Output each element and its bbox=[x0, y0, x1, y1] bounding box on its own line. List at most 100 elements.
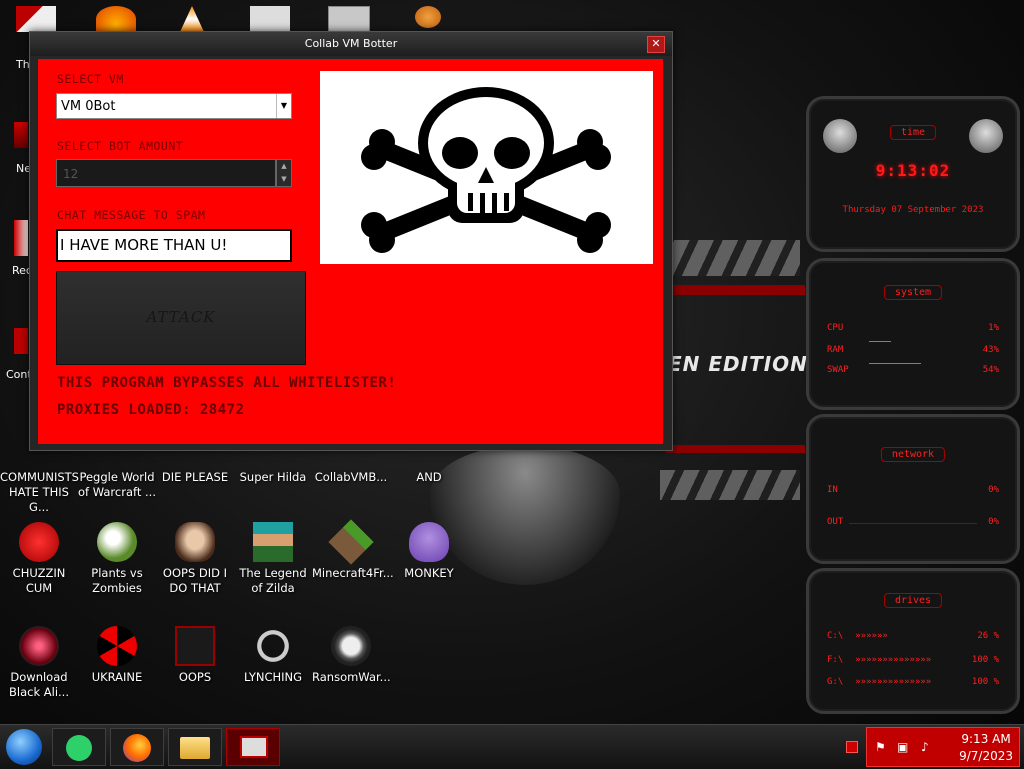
rope-icon bbox=[253, 626, 293, 666]
proxies-loaded-text: PROXIES LOADED: 28472 bbox=[57, 402, 245, 418]
drive-c-row: C:\»»»»»» 26 % bbox=[827, 631, 999, 641]
folder-icon bbox=[180, 737, 210, 759]
desktop-icon-zilda[interactable]: The Legend of Zilda bbox=[234, 522, 312, 596]
taskbar-date: 9/7/2023 bbox=[959, 749, 1013, 763]
media-app-icon[interactable] bbox=[250, 6, 290, 32]
orange-ball-icon[interactable] bbox=[415, 6, 441, 28]
drive-f-row: F:\»»»»»»»»»»»»»» 100 % bbox=[827, 655, 999, 665]
taskbar-time: 9:13 AM bbox=[961, 732, 1011, 746]
system-tray: ⚑ ▣ ♪ 9:13 AM 9/7/2023 bbox=[866, 727, 1020, 767]
left-icon-label-1[interactable]: Th bbox=[16, 58, 30, 71]
wallpaper-red-bar-lower bbox=[665, 445, 805, 453]
wallpaper-stripes-lower bbox=[660, 470, 800, 500]
taskbar: ⚑ ▣ ♪ 9:13 AM 9/7/2023 bbox=[0, 724, 1024, 769]
taskbar-explorer[interactable] bbox=[168, 728, 222, 766]
gadget-clock: 9:13:02 bbox=[875, 161, 951, 180]
zelda-sprite-icon bbox=[253, 522, 293, 562]
desktop-icon-pvz[interactable]: Plants vs Zombies bbox=[78, 522, 156, 596]
network-out-row: OUT 0% bbox=[827, 517, 999, 527]
alien-logo-icon bbox=[823, 119, 857, 153]
vm-select-value: VM 0Bot bbox=[61, 99, 116, 114]
network-graph-line bbox=[849, 523, 977, 524]
attack-button[interactable]: ATTACK bbox=[56, 271, 306, 365]
bot-amount-input[interactable]: 12 bbox=[56, 159, 276, 187]
ram-bar bbox=[869, 341, 891, 342]
wallpaper-red-bar bbox=[665, 285, 805, 295]
bot-amount-stepper[interactable]: ▲ ▼ bbox=[276, 159, 292, 187]
desktop-icon-oops-did-i[interactable]: OOPS DID I DO THAT bbox=[156, 522, 234, 596]
grass-block-icon bbox=[328, 519, 374, 565]
flag-icon[interactable]: ⚑ bbox=[875, 740, 886, 754]
taskbar-firefox[interactable] bbox=[110, 728, 164, 766]
left-icon-label-4[interactable]: Cont bbox=[6, 368, 32, 381]
vm-select-dropdown[interactable]: VM 0Bot ▼ bbox=[56, 93, 292, 119]
gadget-date: Thursday 07 September 2023 bbox=[842, 205, 984, 215]
taskbar-collabvm-botter[interactable] bbox=[226, 728, 280, 766]
portrait-icon bbox=[175, 522, 215, 562]
collab-vm-botter-window: Collab VM Botter ✕ SELECT VM VM 0Bot ▼ S… bbox=[29, 31, 673, 451]
bypass-message: THIS PROGRAM BYPASSES ALL WHITELISTER! bbox=[57, 375, 397, 391]
recycle-app-icon[interactable] bbox=[16, 6, 56, 32]
swap-row: SWAP 54% bbox=[827, 365, 999, 375]
desktop-icon-download-black[interactable]: Download Black Ali... bbox=[0, 626, 78, 700]
volume-icon[interactable]: ♪ bbox=[921, 740, 929, 754]
window-titlebar[interactable]: Collab VM Botter ✕ bbox=[30, 32, 672, 56]
desktop-icon-chuzzin[interactable]: CHUZZIN CUM bbox=[0, 522, 78, 596]
chuzzle-icon bbox=[19, 522, 59, 562]
desktop-icon-lynching[interactable]: LYNCHING bbox=[234, 626, 312, 685]
drives-gadget[interactable]: drives C:\»»»»»» 26 % F:\»»»»»»»»»»»»»» 10… bbox=[806, 568, 1020, 714]
select-vm-label: SELECT VM bbox=[57, 72, 124, 86]
desktop-icon-super-hilda[interactable]: Super Hilda bbox=[234, 470, 312, 485]
drive-g-row: G:\»»»»»»»»»»»»»» 100 % bbox=[827, 677, 999, 687]
start-orb-icon[interactable] bbox=[6, 729, 42, 765]
close-button[interactable]: ✕ bbox=[647, 36, 665, 53]
desktop-icon-and[interactable]: AND bbox=[390, 470, 468, 485]
desktop-icon-die-please[interactable]: DIE PLEASE bbox=[156, 470, 234, 485]
chat-app-icon bbox=[66, 735, 92, 761]
alien-logo-icon bbox=[969, 119, 1003, 153]
time-gadget[interactable]: time 9:13:02 Thursday 07 September 2023 bbox=[806, 96, 1020, 252]
cpu-row: CPU 1% bbox=[827, 323, 999, 333]
bot-amount-label: SELECT BOT AMOUNT bbox=[57, 139, 184, 153]
red-monitor-icon bbox=[175, 626, 215, 666]
plant-icon bbox=[97, 522, 137, 562]
skull-crossbones-image bbox=[320, 71, 653, 264]
vlc-cone-icon[interactable] bbox=[180, 6, 204, 32]
show-hidden-icons-icon[interactable] bbox=[846, 741, 858, 753]
bonzi-icon bbox=[409, 522, 449, 562]
system-gadget-title: system bbox=[883, 285, 943, 300]
chevron-down-icon[interactable]: ▼ bbox=[276, 94, 291, 118]
firefox-icon bbox=[123, 734, 151, 762]
left-app-icon-4[interactable] bbox=[14, 328, 28, 354]
chat-message-label: CHAT MESSAGE TO SPAM bbox=[57, 208, 206, 222]
taskbar-clock[interactable]: 9:13 AM 9/7/2023 bbox=[959, 731, 1013, 765]
stepper-down-icon[interactable]: ▼ bbox=[277, 173, 291, 186]
left-app-icon-2[interactable] bbox=[14, 122, 28, 148]
chat-message-input[interactable]: I HAVE MORE THAN U! bbox=[56, 229, 292, 262]
skull-ring-icon bbox=[331, 626, 371, 666]
desktop-icon-oops[interactable]: OOPS bbox=[156, 626, 234, 685]
desktop-icon-minecraft[interactable]: Minecraft4Fr... bbox=[312, 519, 394, 581]
system-gadget[interactable]: system CPU 1% RAM 43% SWAP 54% bbox=[806, 258, 1020, 410]
desktop-icon-ransomware[interactable]: RansomWar... bbox=[312, 626, 391, 685]
alien-orb-icon bbox=[19, 626, 59, 666]
left-app-icon-3[interactable] bbox=[14, 220, 28, 256]
network-in-row: IN 0% bbox=[827, 485, 999, 495]
stepper-up-icon[interactable]: ▲ bbox=[277, 160, 291, 173]
time-gadget-title: time bbox=[889, 125, 937, 140]
window-title: Collab VM Botter bbox=[304, 37, 398, 50]
window-app-icon[interactable] bbox=[328, 6, 370, 34]
desktop-icon-collabvmb[interactable]: CollabVMB... bbox=[312, 470, 390, 485]
network-icon[interactable]: ▣ bbox=[897, 740, 908, 754]
window-client-area: SELECT VM VM 0Bot ▼ SELECT BOT AMOUNT 12… bbox=[38, 59, 663, 444]
desktop-icon-peggle[interactable]: Peggle World of Warcraft ... bbox=[78, 470, 156, 500]
drives-gadget-title: drives bbox=[883, 593, 943, 608]
network-gadget[interactable]: network IN 0% OUT 0% bbox=[806, 414, 1020, 564]
desktop-icon-communists[interactable]: COMMUNISTS HATE THIS G... bbox=[0, 470, 79, 515]
taskbar-chat-app[interactable] bbox=[52, 728, 106, 766]
red-monitor-icon bbox=[240, 736, 268, 758]
desktop-icon-ukraine[interactable]: UKRAINE bbox=[78, 626, 156, 685]
desktop-icon-monkey[interactable]: MONKEY bbox=[390, 522, 468, 581]
swap-bar bbox=[869, 363, 921, 364]
firefox-like-icon[interactable] bbox=[96, 6, 136, 32]
